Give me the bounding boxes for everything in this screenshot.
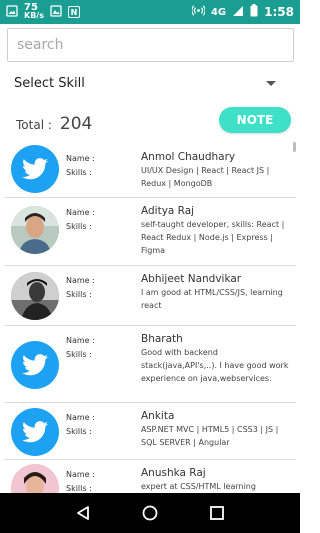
skills-label: Skills : <box>66 350 92 359</box>
profile-info: Anushka Raj expert at CSS/HTML learning <box>141 466 291 493</box>
hotspot-icon <box>191 4 206 20</box>
back-icon <box>77 506 90 520</box>
profile-skills: Good with backend stack(java,API's,..). … <box>141 348 289 383</box>
gallery-notification-icon <box>50 4 62 20</box>
twitter-icon <box>11 341 59 389</box>
total-label: Total : <box>16 118 52 132</box>
avatar <box>11 272 59 320</box>
profile-card[interactable]: Name : Skills : Bharath Good with backen… <box>4 326 296 403</box>
back-button[interactable] <box>73 503 93 523</box>
battery-icon <box>250 4 258 20</box>
profile-skills: expert at CSS/HTML learning <box>141 482 256 491</box>
profile-name: Ankita <box>141 410 175 422</box>
note-button[interactable]: NOTE <box>219 107 291 133</box>
dropdown-caret-icon <box>266 80 276 86</box>
name-label: Name : <box>66 208 95 217</box>
profile-name: Anushka Raj <box>141 467 206 479</box>
speed-unit: KB/s <box>24 11 44 20</box>
search-box <box>7 28 294 62</box>
total-count: Total : 204 <box>16 114 92 134</box>
total-value: 204 <box>59 114 93 134</box>
network-speed: 75 KB/s <box>24 3 44 20</box>
name-label: Name : <box>66 276 95 285</box>
home-icon <box>142 505 158 521</box>
avatar <box>11 206 59 254</box>
skill-select[interactable]: Select Skill <box>14 72 280 94</box>
status-bar: 75 KB/s N 4G 1:58 <box>0 0 300 24</box>
twitter-icon <box>11 408 59 456</box>
profile-card[interactable]: Name : Skills : Anmol Chaudhary UI/UX De… <box>4 140 296 198</box>
image-notification-icon <box>6 4 18 20</box>
profile-skills: UI/UX Design | React | React JS | Redux … <box>141 166 270 188</box>
profile-name: Bharath <box>141 333 183 345</box>
skills-label: Skills : <box>66 427 92 436</box>
skills-label: Skills : <box>66 168 92 177</box>
profile-card[interactable]: Name : Skills : Anushka Raj expert at CS… <box>4 460 296 493</box>
field-labels: Name : Skills : <box>66 274 95 302</box>
profile-skills: I am good at HTML/CSS/JS, learning react <box>141 288 283 310</box>
profile-name: Abhijeet Nandvikar <box>141 273 242 285</box>
clock: 1:58 <box>264 5 294 19</box>
field-labels: Name : Skills : <box>66 334 95 362</box>
search-input[interactable] <box>8 29 293 61</box>
profile-skills: ASP.NET MVC | HTML5 | CSS3 | JS | SQL SE… <box>141 425 279 447</box>
field-labels: Name : Skills : <box>66 411 95 439</box>
navigation-bar <box>0 493 300 533</box>
notif-letter: N <box>70 7 78 17</box>
recents-icon <box>209 506 224 520</box>
profile-name: Anmol Chaudhary <box>141 151 236 163</box>
profile-card[interactable]: Name : Skills : Ankita ASP.NET MVC | HTM… <box>4 403 296 460</box>
twitter-icon <box>11 145 59 193</box>
list-scrollbar[interactable] <box>293 142 296 152</box>
skill-select-label: Select Skill <box>14 75 85 91</box>
profile-card[interactable]: Name : Skills : Aditya Raj self-taught d… <box>4 198 296 266</box>
field-labels: Name : Skills : <box>66 206 95 234</box>
profile-info: Bharath Good with backend stack(java,API… <box>141 332 291 385</box>
network-type: 4G <box>210 6 227 18</box>
profile-info: Aditya Raj self-taught developer, skills… <box>141 204 291 257</box>
profile-info: Abhijeet Nandvikar I am good at HTML/CSS… <box>141 272 291 312</box>
profile-skills: self-taught developer, skills: React | R… <box>141 220 285 255</box>
profile-info: Ankita ASP.NET MVC | HTML5 | CSS3 | JS |… <box>141 409 291 449</box>
profile-name: Aditya Raj <box>141 205 195 217</box>
name-label: Name : <box>66 470 95 479</box>
skills-label: Skills : <box>66 484 92 493</box>
signal-icon <box>232 5 244 20</box>
profile-card[interactable]: Name : Skills : Abhijeet Nandvikar I am … <box>4 266 296 326</box>
recents-button[interactable] <box>207 503 227 523</box>
profile-info: Anmol Chaudhary UI/UX Design | React | R… <box>141 150 291 190</box>
skills-label: Skills : <box>66 290 92 299</box>
avatar <box>11 464 59 493</box>
n-notification-icon: N <box>67 6 80 18</box>
home-button[interactable] <box>140 503 160 523</box>
name-label: Name : <box>66 413 95 422</box>
profile-list: Name : Skills : Anmol Chaudhary UI/UX De… <box>0 140 300 493</box>
field-labels: Name : Skills : <box>66 152 95 180</box>
field-labels: Name : Skills : <box>66 468 95 493</box>
name-label: Name : <box>66 336 95 345</box>
name-label: Name : <box>66 154 95 163</box>
skills-label: Skills : <box>66 222 92 231</box>
